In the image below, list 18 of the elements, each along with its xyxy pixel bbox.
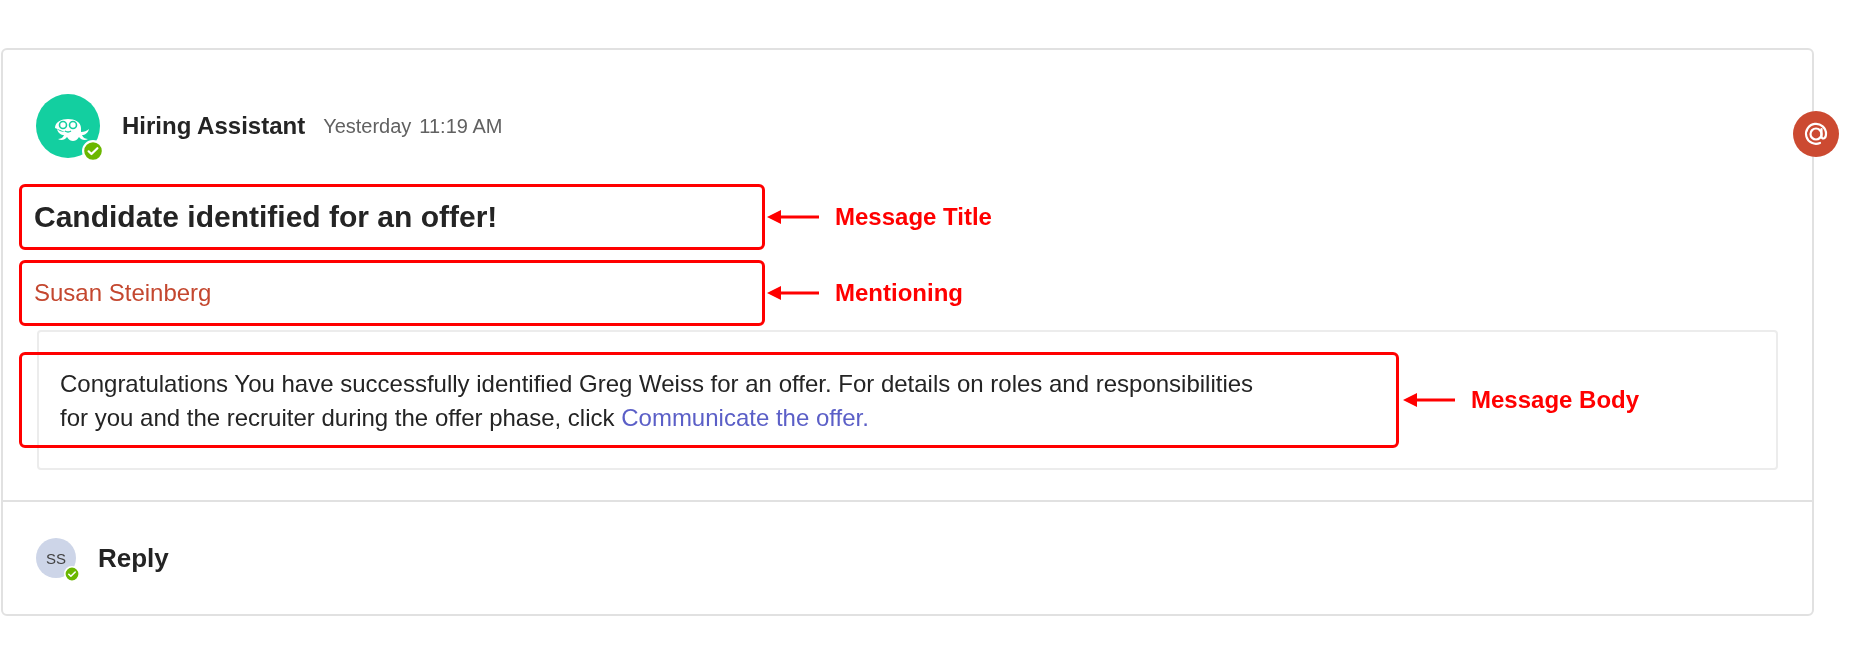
annotation-arrow xyxy=(1401,390,1457,410)
mention-name[interactable]: Susan Steinberg xyxy=(34,279,212,307)
mention-at-icon xyxy=(1792,110,1840,158)
reply-button[interactable]: Reply xyxy=(98,542,169,574)
annotation-label: Message Body xyxy=(1471,386,1640,414)
annotation-arrow xyxy=(765,283,821,303)
presence-check-icon xyxy=(82,140,104,162)
annotation-arrow xyxy=(765,207,821,227)
message-day: Yesterday xyxy=(323,114,412,138)
communicate-link[interactable]: Communicate the offer. xyxy=(621,404,869,431)
sender-name: Hiring Assistant xyxy=(122,112,306,140)
message-body: Congratulations You have successfully identified Greg Weiss for an offer. For details on roles and responsibilities for you and the recruiter during the offer phase, click Communicate the offer. xyxy=(60,369,1255,433)
presence-check-icon xyxy=(64,566,80,582)
annotation-label: Mentioning xyxy=(835,279,963,307)
octopus-avatar-icon xyxy=(36,94,100,158)
annotation-label: Message Title xyxy=(835,203,992,231)
message-title: Candidate identified for an offer! xyxy=(34,200,498,234)
message-time: 11:19 AM xyxy=(419,114,503,138)
